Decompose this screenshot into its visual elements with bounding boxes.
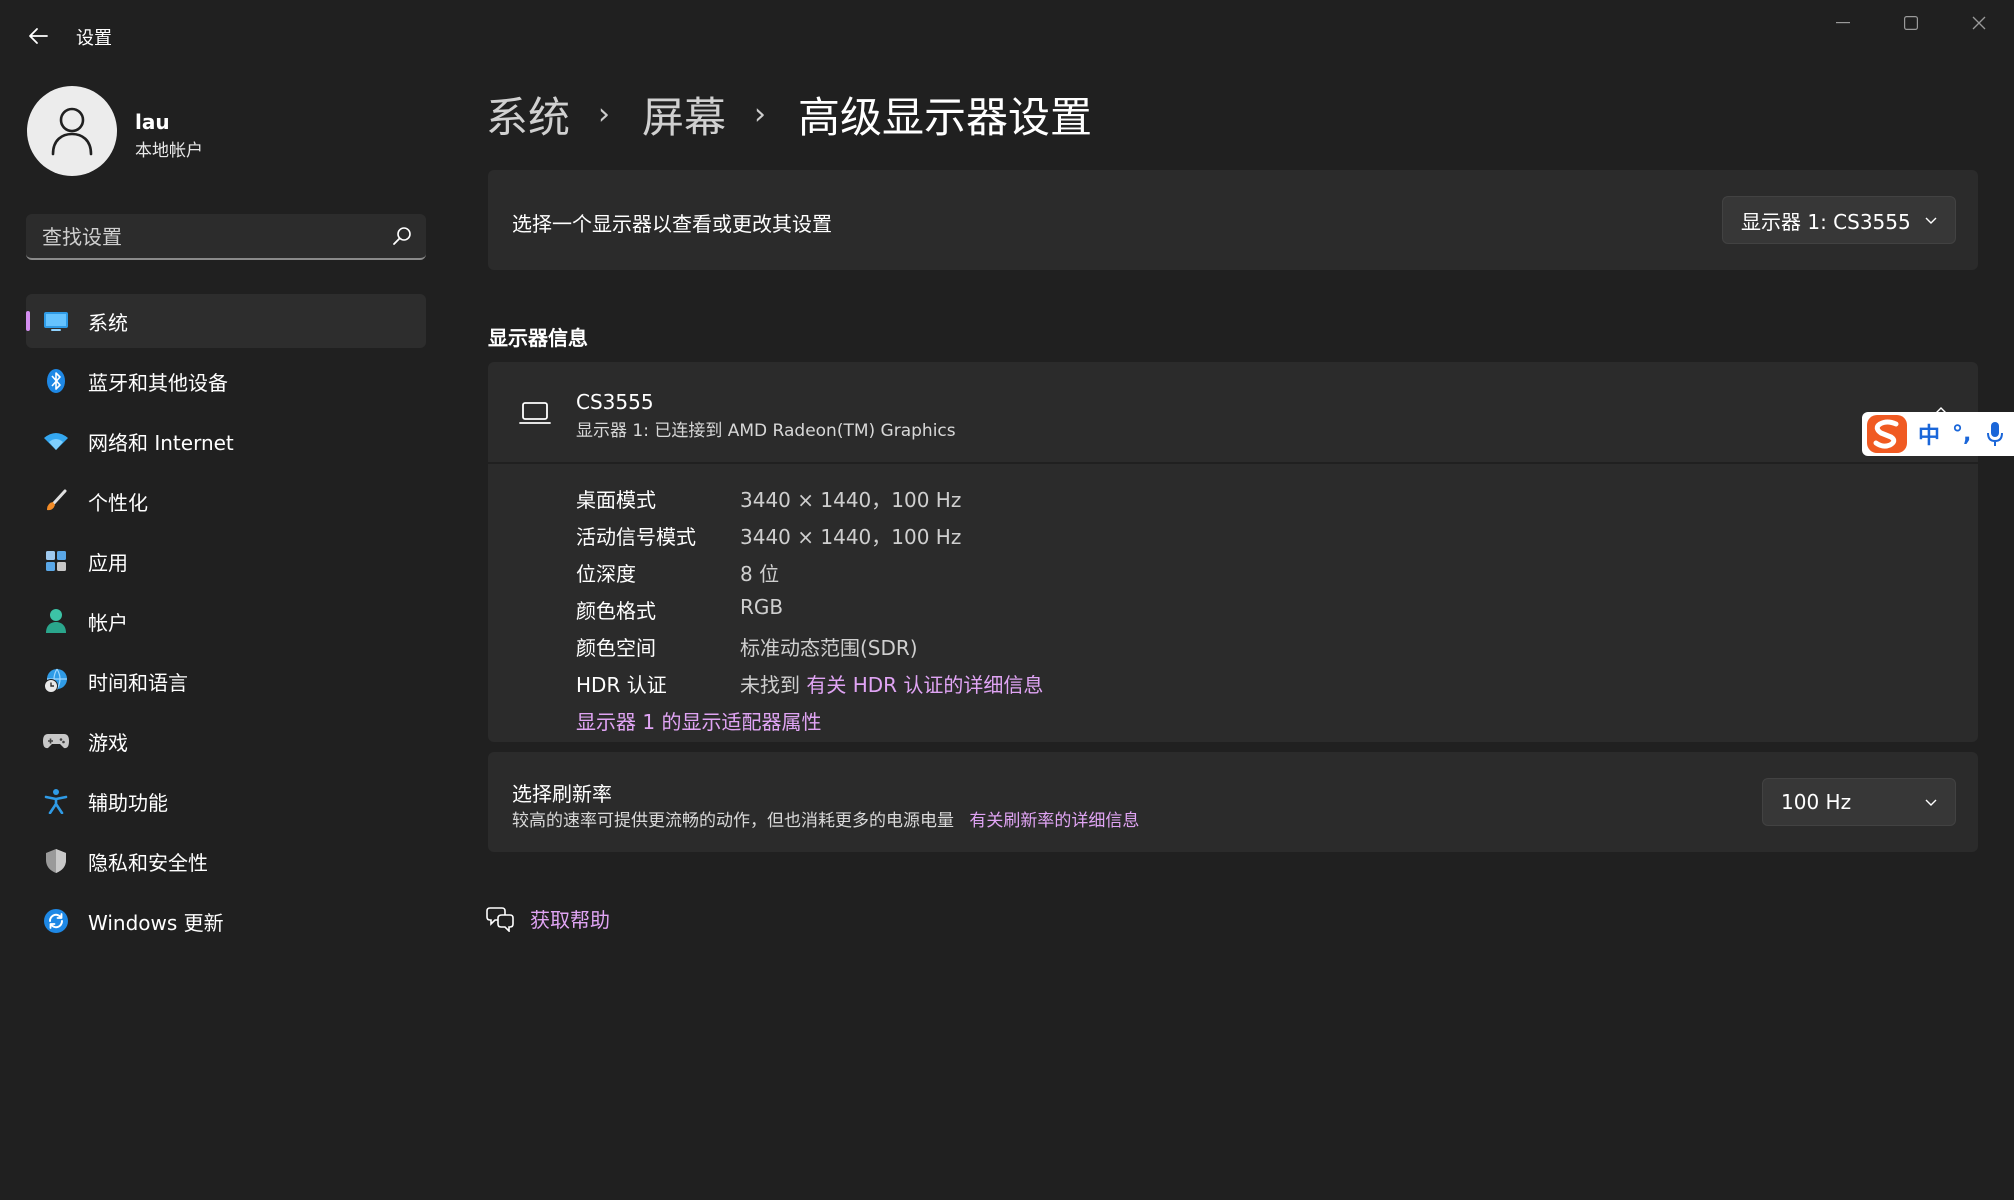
info-key: 颜色空间 [576, 636, 656, 660]
info-value: 标准动态范围(SDR) [740, 636, 918, 660]
sidebar-item-network[interactable]: 网络和 Internet [26, 414, 426, 468]
brush-icon [42, 487, 70, 515]
sidebar-item-label: 个性化 [88, 490, 148, 515]
minimize-button[interactable] [1808, 0, 1878, 46]
sogou-logo-icon [1867, 415, 1907, 453]
hdr-details-link[interactable]: 有关 HDR 认证的详细信息 [806, 673, 1043, 697]
sidebar-item-privacy[interactable]: 隐私和安全性 [26, 834, 426, 888]
sidebar-item-label: 隐私和安全性 [88, 850, 208, 875]
info-value: 未找到 有关 HDR 认证的详细信息 [740, 669, 1043, 698]
refresh-rate-details-link[interactable]: 有关刷新率的详细信息 [969, 811, 1139, 831]
account-type: 本地帐户 [135, 141, 203, 161]
info-value: 3440 × 1440，100 Hz [740, 488, 962, 512]
wifi-icon [42, 427, 70, 455]
sidebar-item-label: 时间和语言 [88, 670, 188, 695]
breadcrumb-separator: › [598, 97, 611, 132]
ime-mode[interactable]: 中 [1918, 418, 1940, 450]
display-info-header[interactable]: CS3555 显示器 1: 已连接到 AMD Radeon(TM) Graphi… [488, 362, 1978, 462]
info-key: 桌面模式 [576, 488, 656, 512]
display-select-value: 显示器 1: CS3555 [1741, 209, 1911, 234]
refresh-rate-card: 选择刷新率 较高的速率可提供更流畅的动作，但也消耗更多的电源电量 有关刷新率的详… [488, 752, 1978, 852]
info-value: 3440 × 1440，100 Hz [740, 525, 962, 549]
sidebar-item-accounts[interactable]: 帐户 [26, 594, 426, 648]
select-display-label: 选择一个显示器以查看或更改其设置 [512, 212, 832, 236]
ime-toolbar[interactable]: 中 °, [1862, 412, 2014, 456]
sidebar-item-label: 帐户 [88, 610, 128, 635]
help-chat-icon [486, 906, 514, 932]
arrow-left-icon [29, 28, 48, 44]
app-title: 设置 [76, 28, 112, 49]
close-icon [1972, 16, 1986, 30]
search-icon[interactable] [392, 226, 412, 246]
refresh-rate-description: 较高的速率可提供更流畅的动作，但也消耗更多的电源电量 有关刷新率的详细信息 [512, 806, 1139, 831]
sidebar-item-label: 网络和 Internet [88, 430, 234, 455]
sidebar-item-label: 应用 [88, 550, 128, 575]
search-input[interactable] [26, 214, 384, 260]
refresh-rate-dropdown[interactable]: 100 Hz [1762, 778, 1956, 826]
monitor-name: CS3555 [576, 390, 654, 414]
accessibility-icon [42, 787, 70, 815]
gamepad-icon [42, 727, 70, 755]
chevron-down-icon [1925, 799, 1937, 806]
sidebar-nav: 系统 蓝牙和其他设备 网络和 Internet 个性化 应用 帐户 时间和语言 … [26, 294, 426, 954]
display-info-details: 桌面模式 3440 × 1440，100 Hz 活动信号模式 3440 × 14… [488, 464, 1978, 742]
maximize-button[interactable] [1876, 0, 1946, 46]
breadcrumb-display[interactable]: 屏幕 [642, 84, 726, 145]
get-help-label: 获取帮助 [530, 908, 610, 932]
hdr-status: 未找到 [740, 673, 800, 697]
chevron-down-icon [1925, 217, 1937, 224]
avatar[interactable] [27, 86, 117, 176]
account-icon [42, 607, 70, 635]
title-bar: 设置 [0, 0, 2014, 64]
globe-clock-icon [42, 667, 70, 695]
sidebar-item-label: 系统 [88, 310, 128, 335]
sidebar-item-time-language[interactable]: 时间和语言 [26, 654, 426, 708]
refresh-rate-desc-text: 较高的速率可提供更流畅的动作，但也消耗更多的电源电量 [512, 811, 954, 831]
select-display-card: 选择一个显示器以查看或更改其设置 显示器 1: CS3555 [488, 170, 1978, 270]
shield-icon [42, 847, 70, 875]
info-key: 位深度 [576, 562, 636, 586]
laptop-icon [519, 402, 551, 424]
info-value: RGB [740, 595, 784, 619]
person-icon [51, 107, 93, 156]
search-box [26, 214, 426, 260]
info-key: 活动信号模式 [576, 525, 696, 549]
sidebar-item-label: 辅助功能 [88, 790, 168, 815]
sidebar-item-personalization[interactable]: 个性化 [26, 474, 426, 528]
info-key: 颜色格式 [576, 599, 656, 623]
section-title-display-info: 显示器信息 [488, 326, 588, 350]
sidebar-item-bluetooth[interactable]: 蓝牙和其他设备 [26, 354, 426, 408]
monitor-subtitle: 显示器 1: 已连接到 AMD Radeon(TM) Graphics [576, 421, 956, 441]
minimize-icon [1836, 22, 1850, 24]
info-value: 8 位 [740, 562, 780, 586]
back-button[interactable] [16, 16, 60, 56]
breadcrumb: 系统 › 屏幕 › 高级显示器设置 [486, 84, 1092, 145]
get-help[interactable]: 获取帮助 [486, 904, 610, 933]
sidebar-item-windows-update[interactable]: Windows 更新 [26, 894, 426, 948]
refresh-rate-title: 选择刷新率 [512, 782, 612, 806]
ime-punctuation[interactable]: °, [1952, 422, 1971, 447]
page-title: 高级显示器设置 [798, 93, 1093, 142]
breadcrumb-separator: › [754, 97, 767, 132]
user-name: lau [135, 110, 170, 134]
sidebar-item-accessibility[interactable]: 辅助功能 [26, 774, 426, 828]
breadcrumb-system[interactable]: 系统 [486, 84, 570, 145]
sidebar-item-label: 蓝牙和其他设备 [88, 370, 228, 395]
sidebar-item-label: 游戏 [88, 730, 128, 755]
display-select-dropdown[interactable]: 显示器 1: CS3555 [1722, 196, 1956, 244]
close-button[interactable] [1944, 0, 2014, 46]
sidebar-item-gaming[interactable]: 游戏 [26, 714, 426, 768]
maximize-icon [1904, 16, 1918, 30]
bluetooth-icon [42, 367, 70, 395]
refresh-rate-value: 100 Hz [1781, 790, 1852, 814]
adapter-properties-link[interactable]: 显示器 1 的显示适配器属性 [576, 706, 821, 735]
sidebar-item-apps[interactable]: 应用 [26, 534, 426, 588]
info-key: HDR 认证 [576, 673, 667, 697]
microphone-icon[interactable] [1987, 421, 2004, 447]
update-icon [42, 907, 70, 935]
apps-icon [42, 547, 70, 575]
sidebar-item-label: Windows 更新 [88, 910, 224, 935]
sidebar-item-system[interactable]: 系统 [26, 294, 426, 348]
monitor-icon [42, 307, 70, 335]
